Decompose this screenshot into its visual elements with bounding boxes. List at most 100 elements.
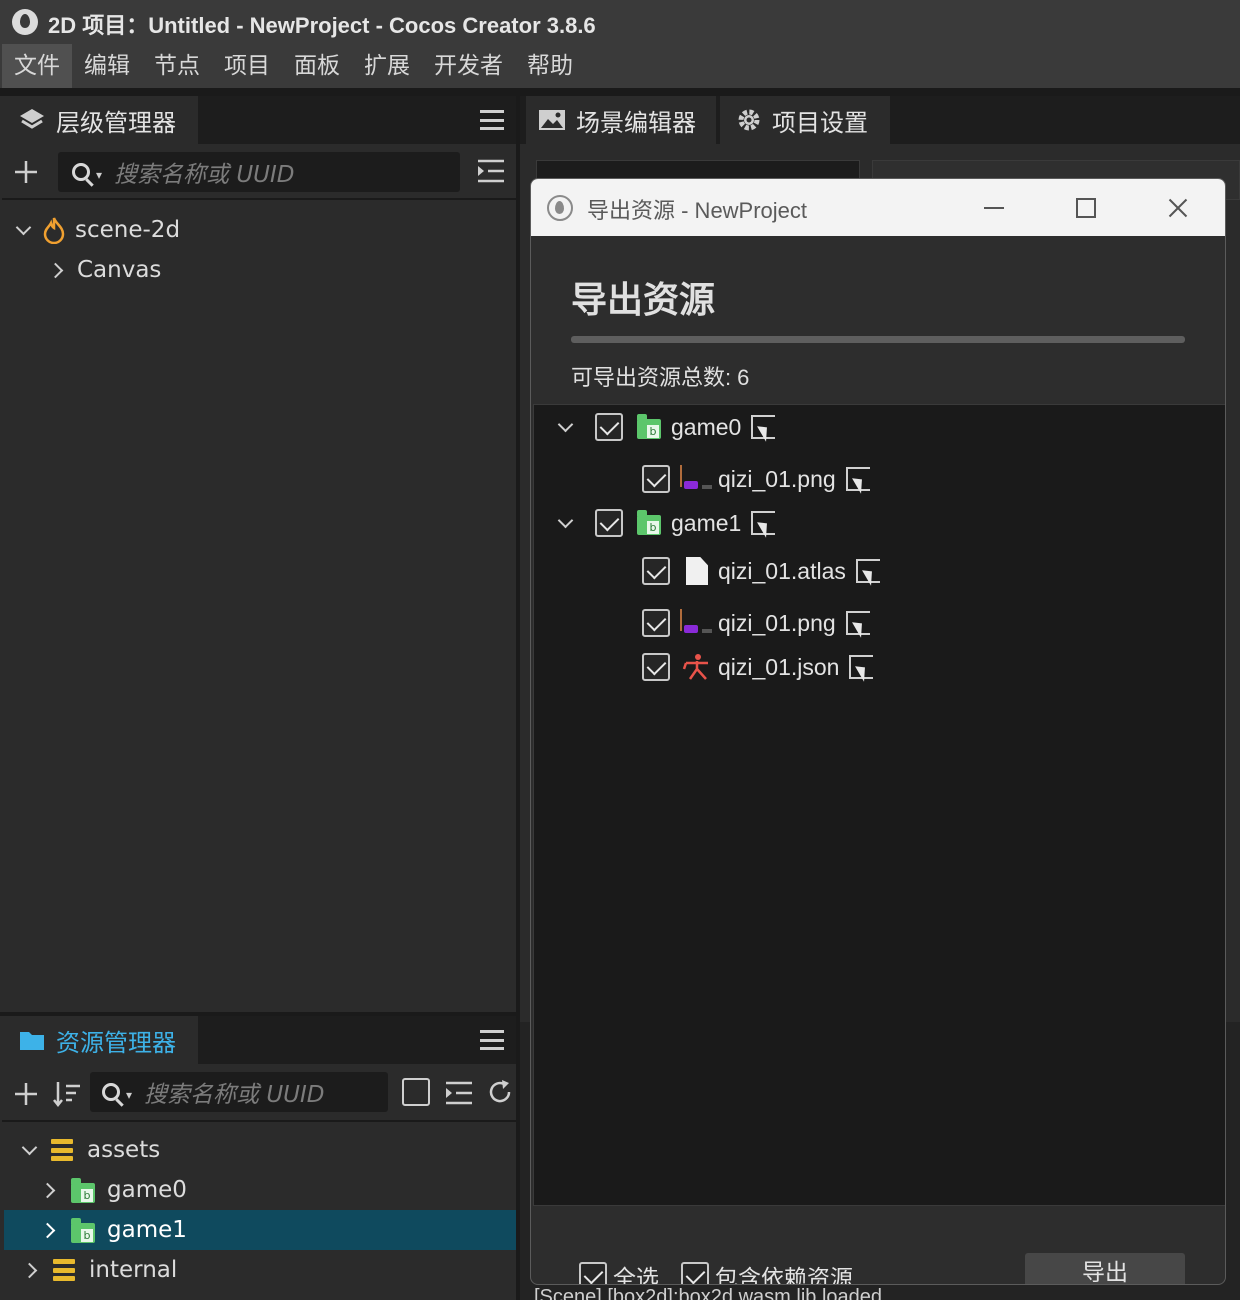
add-asset-icon[interactable] [12, 1080, 40, 1108]
dialog-title-bar: 导出资源 - NewProject [531, 179, 1225, 236]
export-checkbox[interactable] [642, 653, 670, 681]
add-node-icon[interactable] [12, 158, 40, 186]
maximize-button[interactable] [1071, 193, 1101, 223]
tab-scene-editor-label: 场景编辑器 [576, 108, 696, 137]
tree-node-scene-2d[interactable]: scene-2d [15, 210, 181, 250]
scene-image-icon [538, 108, 566, 132]
image-icon [678, 609, 710, 637]
menu-developer[interactable]: 开发者 [422, 44, 515, 88]
asset-item-internal[interactable]: internal [21, 1250, 178, 1290]
chevron-right-icon[interactable] [21, 1262, 38, 1278]
assets-search-input[interactable]: ▾ 搜索名称或 UUID [90, 1072, 388, 1112]
search-dropdown-icon: ▾ [96, 168, 103, 182]
assets-toolbar: ▾ 搜索名称或 UUID [2, 1064, 516, 1122]
select-all-toggle[interactable]: 全选 [579, 1259, 659, 1285]
filter-checkbox[interactable] [402, 1078, 430, 1106]
locate-icon[interactable] [855, 559, 880, 583]
export-checkbox[interactable] [642, 465, 670, 493]
menu-project[interactable]: 项目 [212, 44, 282, 88]
search-icon [102, 1083, 120, 1101]
locate-icon[interactable] [849, 655, 874, 679]
export-dialog: 导出资源 - NewProject 导出资源 可导出资源总数: 6 b game0… [530, 178, 1226, 1285]
export-tree-row[interactable]: qizi_01.png [642, 459, 870, 499]
tab-hierarchy[interactable]: 层级管理器 [2, 96, 198, 144]
tree-node-canvas[interactable]: Canvas [47, 250, 161, 290]
minimize-button[interactable] [979, 193, 1009, 223]
export-button[interactable]: 导出 [1025, 1253, 1185, 1284]
database-icon [51, 1139, 73, 1161]
bundle-folder-icon: b [71, 1217, 95, 1243]
editor-tabstrip: 场景编辑器 项目设置 [520, 96, 1240, 144]
menu-panel[interactable]: 面板 [282, 44, 352, 88]
export-tree-row[interactable]: qizi_01.atlas [642, 551, 880, 591]
chevron-down-icon[interactable] [557, 512, 574, 528]
assets-menu-icon[interactable] [480, 1030, 504, 1050]
select-all-label: 全选 [613, 1266, 659, 1285]
export-checkbox[interactable] [595, 509, 623, 537]
dialog-footer: 全选 包含依赖资源 导出 [531, 1207, 1225, 1285]
export-item-label: qizi_01.png [718, 465, 836, 492]
hierarchy-search-input[interactable]: ▾ 搜索名称或 UUID [58, 152, 460, 192]
hierarchy-tabstrip: 层级管理器 [2, 96, 516, 144]
chevron-down-icon[interactable] [21, 1139, 38, 1155]
sort-icon[interactable] [52, 1080, 82, 1108]
locate-icon[interactable] [751, 511, 776, 535]
menu-node[interactable]: 节点 [142, 44, 212, 88]
title-bar: 2D 项目：Untitled - NewProject - Cocos Crea… [0, 0, 1240, 44]
file-icon [686, 557, 708, 585]
chevron-right-icon[interactable] [39, 1182, 56, 1198]
export-tree-row[interactable]: qizi_01.json [642, 647, 874, 687]
search-icon [72, 163, 90, 181]
hierarchy-panel: 层级管理器 ▾ 搜索名称或 UUID scene-2d Canvas [2, 96, 516, 1012]
menu-file[interactable]: 文件 [2, 44, 72, 88]
tab-scene-editor[interactable]: 场景编辑器 [526, 96, 716, 144]
image-icon [678, 465, 710, 493]
export-item-label: qizi_01.json [718, 653, 840, 680]
hierarchy-menu-icon[interactable] [480, 110, 504, 130]
tab-hierarchy-label: 层级管理器 [56, 108, 176, 137]
locate-icon[interactable] [845, 611, 870, 635]
locate-icon[interactable] [751, 415, 776, 439]
select-all-checkbox[interactable] [579, 1262, 607, 1284]
collapse-all-icon[interactable] [444, 1080, 474, 1106]
tab-project-settings-label: 项目设置 [772, 108, 868, 137]
asset-item-label: internal [89, 1257, 178, 1283]
export-checkbox[interactable] [642, 557, 670, 585]
include-deps-toggle[interactable]: 包含依赖资源 [681, 1259, 853, 1284]
chevron-down-icon[interactable] [15, 219, 32, 235]
asset-item-label: assets [87, 1137, 161, 1163]
export-tree-row[interactable]: qizi_01.png [642, 603, 870, 643]
refresh-icon[interactable] [486, 1078, 514, 1106]
export-item-label: qizi_01.atlas [718, 557, 846, 584]
search-dropdown-icon: ▾ [126, 1088, 133, 1102]
export-tree-row[interactable]: b game1 [557, 503, 776, 543]
tab-project-settings[interactable]: 项目设置 [720, 96, 890, 144]
asset-item-label: game0 [107, 1177, 187, 1203]
export-checkbox[interactable] [595, 413, 623, 441]
include-deps-checkbox[interactable] [681, 1262, 709, 1284]
export-item-label: qizi_01.png [718, 609, 836, 636]
scene-flame-icon [43, 216, 65, 245]
chevron-down-icon[interactable] [557, 416, 574, 432]
tree-node-label: scene-2d [75, 217, 181, 243]
asset-item-game1[interactable]: b game1 [39, 1210, 187, 1250]
chevron-right-icon[interactable] [39, 1222, 56, 1238]
close-button[interactable] [1163, 193, 1193, 223]
export-checkbox[interactable] [642, 609, 670, 637]
tab-assets[interactable]: 资源管理器 [2, 1016, 198, 1064]
maximize-icon [1076, 198, 1096, 218]
locate-icon[interactable] [845, 467, 870, 491]
menu-edit[interactable]: 编辑 [72, 44, 142, 88]
asset-count: 可导出资源总数: 6 [571, 360, 749, 392]
collapse-all-icon[interactable] [476, 158, 506, 184]
chevron-right-icon[interactable] [47, 262, 64, 278]
export-tree-row[interactable]: b game0 [557, 407, 776, 447]
menu-help[interactable]: 帮助 [515, 44, 585, 88]
assets-panel: 资源管理器 ▾ 搜索名称或 UUID assets b game0 b game… [2, 1016, 516, 1300]
gear-icon [736, 107, 762, 133]
database-icon [53, 1259, 75, 1281]
asset-item-game0[interactable]: b game0 [39, 1170, 187, 1210]
asset-item-assets[interactable]: assets [21, 1130, 161, 1170]
menu-extension[interactable]: 扩展 [352, 44, 422, 88]
divider [0, 88, 1240, 96]
